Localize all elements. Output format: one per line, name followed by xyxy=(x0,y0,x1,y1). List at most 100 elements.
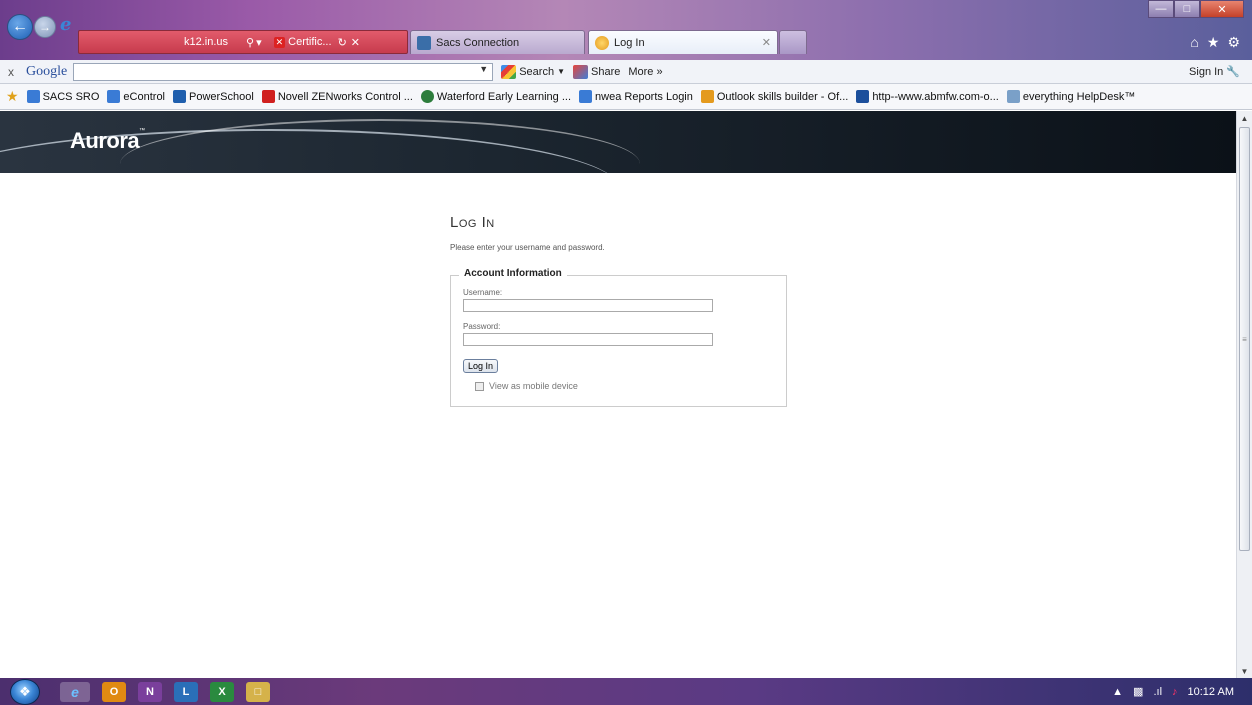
favorite-item[interactable]: SACS SRO xyxy=(26,90,100,103)
minimize-button[interactable]: — xyxy=(1148,0,1174,18)
ie-favicon-icon xyxy=(595,35,609,50)
clock[interactable]: 10:12 AM xyxy=(1188,686,1234,698)
network-icon[interactable]: ▩ xyxy=(1133,685,1143,698)
chevron-down-icon[interactable]: ▼ xyxy=(479,64,488,74)
favorite-item[interactable]: Novell ZENworks Control ... xyxy=(261,90,413,103)
system-tray: ▲ ▩ .ıl ♪ 10:12 AM xyxy=(1112,685,1234,699)
outlook-icon[interactable]: O xyxy=(102,681,126,702)
vertical-scrollbar[interactable]: ▲ ≡ ▼ xyxy=(1236,111,1252,678)
more-button[interactable]: More » xyxy=(628,66,662,78)
google-toolbar: x Google ▼ Search ▼ Share More » Sign In… xyxy=(0,60,1252,84)
share-icon xyxy=(573,64,588,79)
site-header: Aurora™ xyxy=(0,111,1236,173)
show-hidden-icons-icon[interactable]: ▲ xyxy=(1112,686,1123,698)
windows-taskbar: ❖ e O N L X □ ▲ ▩ .ıl ♪ 10:12 AM xyxy=(0,678,1252,705)
scroll-thumb[interactable]: ≡ xyxy=(1239,127,1250,551)
lync-icon[interactable]: L xyxy=(174,681,198,702)
google-logo: Google xyxy=(26,63,68,79)
tab-close-icon[interactable]: ✕ xyxy=(762,36,771,49)
login-button[interactable]: Log In xyxy=(463,359,499,373)
favorite-item[interactable]: nwea Reports Login xyxy=(579,90,693,103)
favorite-item[interactable]: everything HelpDesk™ xyxy=(1006,90,1136,103)
sign-in-button[interactable]: Sign In 🔧 xyxy=(1189,65,1240,79)
favorite-label: everything HelpDesk™ xyxy=(1022,90,1136,103)
login-panel: Log In Please enter your username and pa… xyxy=(450,214,790,407)
chevron-down-icon: ▼ xyxy=(557,67,565,76)
add-favorite-star-icon[interactable]: ★ xyxy=(6,88,19,105)
ie-page-icon xyxy=(26,90,40,103)
volume-icon[interactable]: ♪ xyxy=(1172,686,1178,698)
share-button[interactable]: Share xyxy=(573,64,621,79)
page-title: Log In xyxy=(450,214,495,231)
username-label: Username: xyxy=(463,288,503,297)
maximize-button[interactable]: □ xyxy=(1174,0,1200,18)
page-viewport: Aurora™ Log In Please enter your usernam… xyxy=(0,111,1236,678)
new-tab-button[interactable] xyxy=(779,30,807,54)
account-information-fieldset: Account Information Username: Password: … xyxy=(450,268,787,407)
favorite-label: SACS SRO xyxy=(42,90,100,103)
signal-icon[interactable]: .ıl xyxy=(1153,686,1162,698)
scroll-down-arrow-icon[interactable]: ▼ xyxy=(1237,664,1252,678)
google-search-button[interactable]: Search ▼ xyxy=(501,64,565,79)
favorite-label: Outlook skills builder - Of... xyxy=(716,90,849,103)
ie-logo-icon: e xyxy=(60,14,72,35)
address-bar[interactable]: k12.in.us ⚲▾ ✕ Certific... ↻ ✕ xyxy=(78,30,408,54)
favorite-item[interactable]: PowerSchool xyxy=(173,90,254,103)
tab-log-in[interactable]: Log In ✕ xyxy=(588,30,778,54)
favorite-label: Novell ZENworks Control ... xyxy=(277,90,413,103)
cert-label: Certific... xyxy=(288,36,332,48)
gear-icon[interactable]: ⚙ xyxy=(1227,34,1240,51)
favorites-bar: ★ SACS SRO eControl PowerSchool Novell Z… xyxy=(0,84,1252,110)
password-input[interactable] xyxy=(463,333,713,346)
cert-error-icon: ✕ xyxy=(273,36,286,48)
favorite-label: http--www.abmfw.com-o... xyxy=(872,90,999,103)
browser-command-icons: ⌂ ★ ⚙ xyxy=(1190,34,1240,51)
username-input[interactable] xyxy=(463,299,713,312)
logo-text: Aurora xyxy=(70,128,140,153)
helpdesk-icon xyxy=(1006,90,1020,103)
stop-icon[interactable]: ✕ xyxy=(351,36,360,49)
search-dropdown-icon[interactable]: ⚲▾ xyxy=(246,36,264,49)
onenote-icon[interactable]: N xyxy=(138,681,162,702)
scroll-up-arrow-icon[interactable]: ▲ xyxy=(1237,111,1252,125)
address-url[interactable]: k12.in.us xyxy=(184,36,228,48)
file-explorer-icon[interactable]: □ xyxy=(246,681,270,702)
google-search-input[interactable]: ▼ xyxy=(73,62,494,81)
logo-trademark: ™ xyxy=(139,128,145,134)
favorite-item[interactable]: Waterford Early Learning ... xyxy=(420,90,572,103)
favorite-item[interactable]: eControl xyxy=(107,90,165,103)
sacs-favicon-icon xyxy=(417,35,431,50)
certificate-error[interactable]: ✕ Certific... xyxy=(273,36,332,48)
excel-icon[interactable]: X xyxy=(210,681,234,702)
home-icon[interactable]: ⌂ xyxy=(1190,34,1198,51)
start-button[interactable]: ❖ xyxy=(10,678,40,705)
password-label: Password: xyxy=(463,322,501,331)
favorite-label: Waterford Early Learning ... xyxy=(436,90,572,103)
office-icon xyxy=(700,90,714,103)
fieldset-legend: Account Information xyxy=(459,268,567,279)
favorite-item[interactable]: Outlook skills builder - Of... xyxy=(700,90,849,103)
back-button[interactable]: ← xyxy=(7,14,33,40)
abm-icon xyxy=(856,90,870,103)
internet-explorer-icon[interactable]: e xyxy=(60,681,90,702)
tab-sacs-connection[interactable]: Sacs Connection xyxy=(410,30,585,54)
google-search-icon xyxy=(501,64,517,79)
favorite-label: nwea Reports Login xyxy=(595,90,693,103)
aurora-logo[interactable]: Aurora™ xyxy=(70,128,145,154)
header-swoosh xyxy=(120,119,640,173)
tab-label: Sacs Connection xyxy=(436,36,520,49)
share-label: Share xyxy=(591,65,621,78)
powerschool-icon xyxy=(173,90,186,103)
favorite-label: PowerSchool xyxy=(189,90,254,103)
forward-button[interactable]: → xyxy=(34,16,56,38)
toolbar-close-icon[interactable]: x xyxy=(8,65,22,79)
refresh-icon[interactable]: ↻ xyxy=(338,36,347,49)
favorites-star-icon[interactable]: ★ xyxy=(1207,34,1220,51)
browser-titlebar: ← → e k12.in.us ⚲▾ ✕ Certific... ↻ ✕ Sac… xyxy=(0,0,1252,60)
window-controls: — □ ✕ xyxy=(1148,0,1244,18)
favorite-label: eControl xyxy=(123,90,165,103)
wrench-icon[interactable]: 🔧 xyxy=(1226,65,1240,78)
favorite-item[interactable]: http--www.abmfw.com-o... xyxy=(856,90,999,103)
mobile-checkbox[interactable] xyxy=(475,381,484,391)
close-window-button[interactable]: ✕ xyxy=(1200,0,1244,18)
